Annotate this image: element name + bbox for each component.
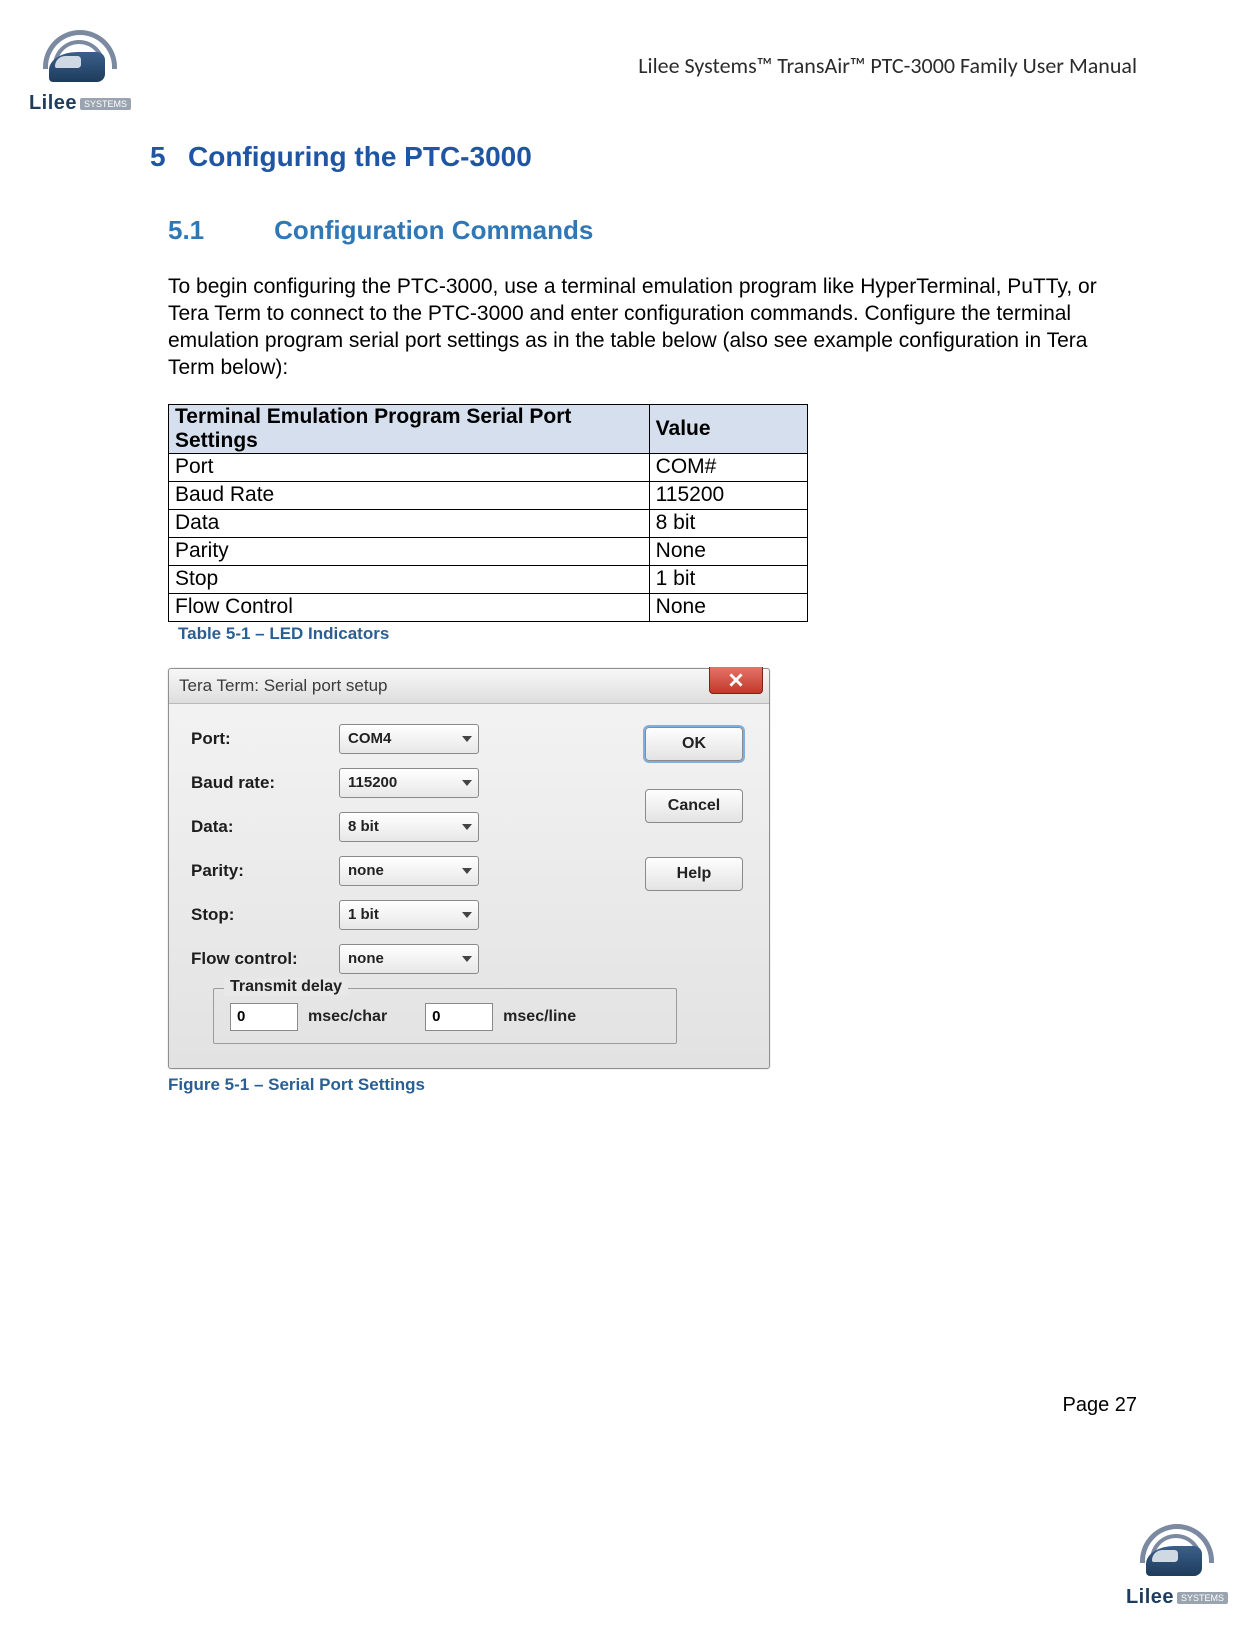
logo-text: Lilee — [29, 92, 77, 115]
table-caption: Table 5-1 – LED Indicators — [178, 624, 1117, 644]
msec-line-unit: msec/line — [503, 1008, 576, 1026]
flow-label: Flow control: — [191, 949, 339, 969]
heading-1: 5 Configuring the PTC-3000 — [150, 141, 1117, 173]
chevron-down-icon — [462, 912, 472, 918]
data-combo[interactable]: 8 bit — [339, 812, 479, 842]
ok-button[interactable]: OK — [645, 727, 743, 761]
chevron-down-icon — [462, 780, 472, 786]
heading-2-text: Configuration Commands — [274, 215, 593, 246]
stop-label: Stop: — [191, 905, 339, 925]
baud-value: 115200 — [348, 774, 397, 791]
baud-label: Baud rate: — [191, 773, 339, 793]
cancel-button[interactable]: Cancel — [645, 789, 743, 823]
parity-combo[interactable]: none — [339, 856, 479, 886]
msec-char-unit: msec/char — [308, 1008, 387, 1026]
port-label: Port: — [191, 729, 339, 749]
table-header-value: Value — [649, 404, 807, 453]
baud-combo[interactable]: 115200 — [339, 768, 479, 798]
page-number: Page 27 — [1062, 1394, 1137, 1417]
table-row: PortCOM# — [169, 453, 808, 481]
transmit-delay-group: Transmit delay 0 msec/char 0 msec/line — [213, 988, 677, 1044]
logo-mark-icon — [43, 30, 117, 90]
logo-badge: SYSTEMS — [1177, 1592, 1228, 1604]
stop-combo[interactable]: 1 bit — [339, 900, 479, 930]
data-label: Data: — [191, 817, 339, 837]
brand-logo-bottom: Lilee SYSTEMS — [1127, 1524, 1227, 1609]
figure-caption: Figure 5-1 – Serial Port Settings — [168, 1075, 1117, 1095]
msec-char-input[interactable]: 0 — [230, 1003, 298, 1031]
chevron-down-icon — [462, 824, 472, 830]
help-button[interactable]: Help — [645, 857, 743, 891]
parity-value: none — [348, 862, 384, 879]
chevron-down-icon — [462, 956, 472, 962]
heading-2: 5.1 Configuration Commands — [168, 215, 1117, 246]
table-row: Data8 bit — [169, 509, 808, 537]
stop-value: 1 bit — [348, 906, 379, 923]
heading-1-text: Configuring the PTC-3000 — [188, 141, 532, 173]
document-title: Lilee Systems™ TransAir™ PTC-3000 Family… — [638, 52, 1137, 79]
flow-value: none — [348, 950, 384, 967]
table-row: Stop1 bit — [169, 565, 808, 593]
logo-badge: SYSTEMS — [80, 98, 131, 110]
page-header: Lilee SYSTEMS Lilee Systems™ TransAir™ P… — [30, 30, 1137, 123]
chevron-down-icon — [462, 736, 472, 742]
data-value: 8 bit — [348, 818, 379, 835]
table-row: Baud Rate115200 — [169, 481, 808, 509]
close-button[interactable] — [709, 667, 763, 694]
logo-text: Lilee — [1126, 1586, 1174, 1609]
dialog-title: Tera Term: Serial port setup — [169, 669, 769, 704]
heading-2-number: 5.1 — [168, 215, 204, 246]
intro-paragraph: To begin configuring the PTC-3000, use a… — [168, 274, 1117, 382]
table-row: ParityNone — [169, 537, 808, 565]
chevron-down-icon — [462, 868, 472, 874]
teraterm-dialog: Tera Term: Serial port setup OK Cancel H… — [168, 668, 770, 1069]
close-icon — [729, 673, 743, 687]
heading-1-number: 5 — [150, 141, 172, 173]
port-combo[interactable]: COM4 — [339, 724, 479, 754]
logo-mark-icon — [1140, 1524, 1214, 1584]
table-header-setting: Terminal Emulation Program Serial Port S… — [169, 404, 650, 453]
brand-logo-top: Lilee SYSTEMS — [30, 30, 130, 115]
serial-settings-table: Terminal Emulation Program Serial Port S… — [168, 404, 808, 622]
parity-label: Parity: — [191, 861, 339, 881]
transmit-delay-legend: Transmit delay — [224, 978, 348, 996]
table-row: Flow ControlNone — [169, 593, 808, 621]
flow-combo[interactable]: none — [339, 944, 479, 974]
msec-line-input[interactable]: 0 — [425, 1003, 493, 1031]
port-value: COM4 — [348, 730, 391, 747]
